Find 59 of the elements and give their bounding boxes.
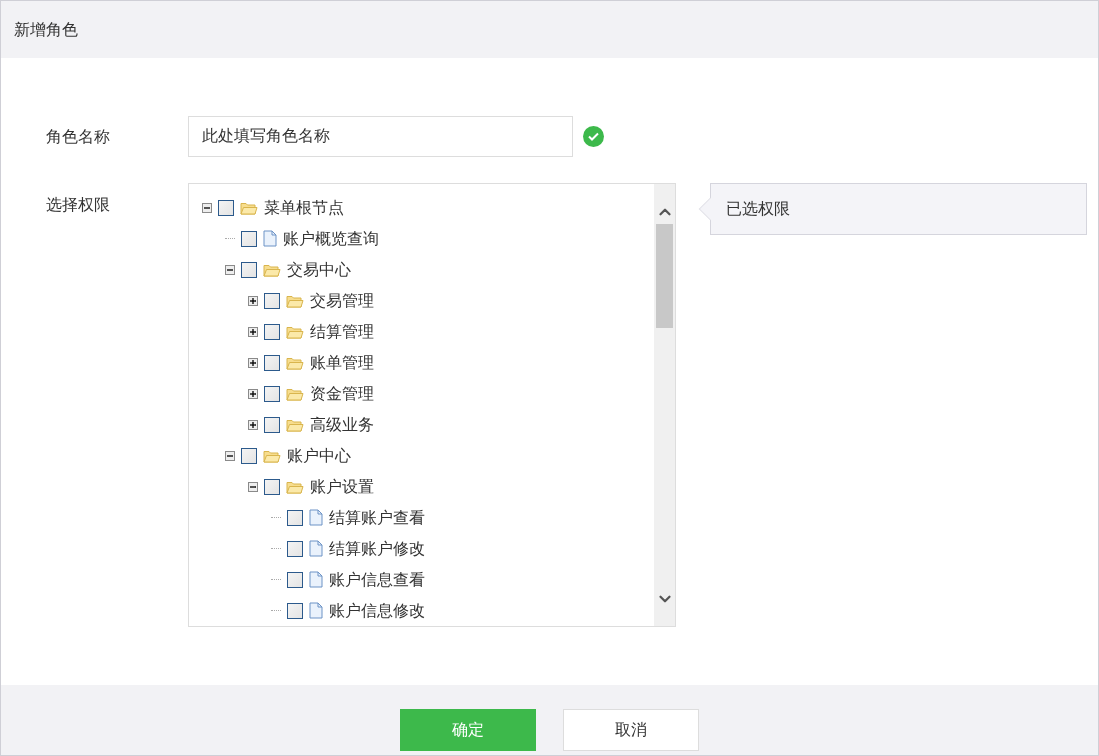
file-icon xyxy=(309,571,323,588)
collapse-toggle[interactable] xyxy=(225,450,235,461)
tree-node-label[interactable]: 账户设置 xyxy=(310,474,374,499)
collapse-toggle[interactable] xyxy=(202,202,212,213)
folder-icon xyxy=(286,355,304,370)
folder-icon xyxy=(286,386,304,401)
checkbox[interactable] xyxy=(287,540,303,557)
scrollbar-thumb[interactable] xyxy=(656,224,673,328)
expand-toggle[interactable] xyxy=(248,326,258,337)
cancel-button[interactable]: 取消 xyxy=(563,709,699,751)
folder-icon xyxy=(286,417,304,432)
checkbox[interactable] xyxy=(264,292,280,309)
checkbox[interactable] xyxy=(264,385,280,402)
checkbox[interactable] xyxy=(287,602,303,619)
field-label: 角色名称 xyxy=(45,125,111,148)
checkbox[interactable] xyxy=(241,230,257,247)
expand-toggle[interactable] xyxy=(248,357,258,368)
file-icon xyxy=(309,509,323,526)
tree-node-label[interactable]: 账单管理 xyxy=(310,350,374,375)
checkbox[interactable] xyxy=(241,447,257,464)
tree-node-label[interactable]: 交易中心 xyxy=(287,257,351,282)
folder-icon xyxy=(263,262,281,277)
tree-node-label[interactable]: 资金管理 xyxy=(310,381,374,406)
panel-title: 已选权限 xyxy=(726,198,790,220)
folder-icon xyxy=(286,479,304,494)
folder-icon xyxy=(240,200,258,215)
scrollbar[interactable] xyxy=(654,184,675,626)
folder-icon xyxy=(286,293,304,308)
expand-toggle[interactable] xyxy=(248,419,258,430)
checkbox[interactable] xyxy=(241,261,257,278)
folder-icon xyxy=(263,448,281,463)
tree-node-label[interactable]: 账户中心 xyxy=(287,443,351,468)
checkbox[interactable] xyxy=(264,478,280,495)
checkbox[interactable] xyxy=(218,199,234,216)
file-icon xyxy=(309,540,323,557)
tree-node-label[interactable]: 账户信息修改 xyxy=(329,598,425,623)
dialog-title: 新增角色 xyxy=(14,18,78,41)
file-icon xyxy=(309,602,323,619)
collapse-toggle[interactable] xyxy=(248,481,258,492)
collapse-toggle[interactable] xyxy=(225,264,235,275)
checkbox[interactable] xyxy=(287,571,303,588)
expand-toggle[interactable] xyxy=(248,388,258,399)
tree-node-label[interactable]: 交易管理 xyxy=(310,288,374,313)
tree-node-label[interactable]: 账户信息查看 xyxy=(329,567,425,592)
checkbox[interactable] xyxy=(264,354,280,371)
tree-node-label[interactable]: 账户概览查询 xyxy=(283,226,379,251)
tree-node-label[interactable]: 结算账户查看 xyxy=(329,505,425,530)
checkbox[interactable] xyxy=(264,416,280,433)
folder-icon xyxy=(286,324,304,339)
checkbox[interactable] xyxy=(287,509,303,526)
file-icon xyxy=(263,230,277,247)
expand-toggle[interactable] xyxy=(248,295,258,306)
tree-node-label[interactable]: 结算账户修改 xyxy=(329,536,425,561)
tree-node-label[interactable]: 菜单根节点 xyxy=(264,195,344,220)
field-label: 选择权限 xyxy=(45,194,111,216)
checkbox[interactable] xyxy=(264,323,280,340)
tree-node-label[interactable]: 结算管理 xyxy=(310,319,374,344)
tree-node-label[interactable]: 高级业务 xyxy=(310,412,374,437)
role-name-input[interactable]: 此处填写角色名称 xyxy=(188,116,573,157)
